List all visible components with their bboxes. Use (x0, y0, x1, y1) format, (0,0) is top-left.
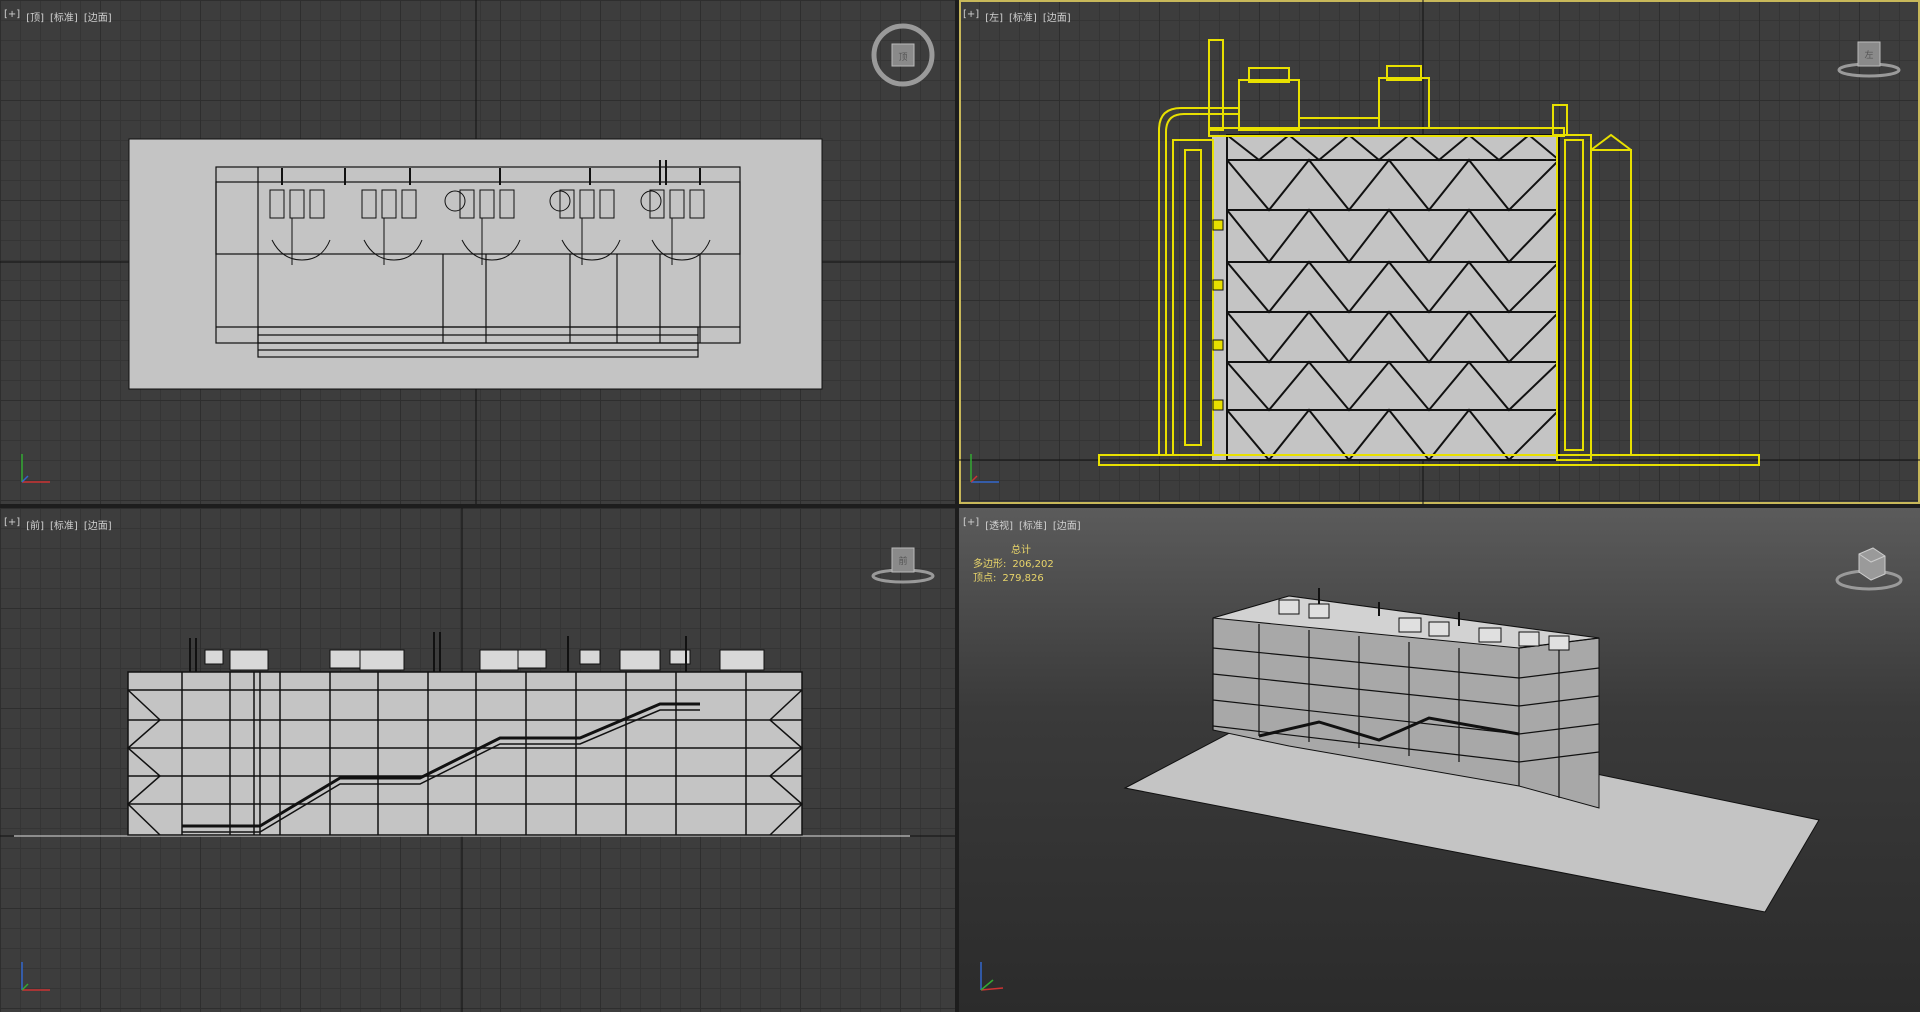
viewport-style-button[interactable]: [边面] (84, 9, 112, 24)
viewport-menu-button[interactable]: [+] (963, 9, 979, 24)
stats-polys-row: 多边形: 206,202 (973, 558, 1054, 572)
viewport-view-button[interactable]: [左] (985, 9, 1003, 24)
viewport-front[interactable]: [+] [前] [标准] [边面] 前 (0, 508, 955, 1012)
viewport-shading-button[interactable]: [标准] (50, 9, 78, 24)
viewcube-icon[interactable] (1833, 536, 1905, 596)
stats-polys-label: 多边形: (973, 559, 1007, 570)
viewcube-face-label: 顶 (898, 52, 907, 63)
stats-title: 总计 (1011, 545, 1031, 556)
stats-verts-value: 279,826 (1002, 573, 1044, 584)
viewport-shading-button[interactable]: [标准] (50, 517, 78, 532)
viewport-shading-button[interactable]: [标准] (1009, 9, 1037, 24)
viewport-menu-button[interactable]: [+] (4, 517, 20, 532)
viewport-menu-button[interactable]: [+] (963, 517, 979, 532)
front-view-scene (0, 508, 955, 1012)
axis-tripod-icon (980, 962, 1004, 991)
scene-statistics: 总计 多边形: 206,202 顶点: 279,826 (973, 544, 1054, 586)
viewcube-icon[interactable]: 前 (868, 540, 938, 590)
viewport-style-button[interactable]: [边面] (84, 517, 112, 532)
viewport-view-button[interactable]: [顶] (26, 9, 44, 24)
axis-tripod-icon (21, 454, 50, 483)
top-view-scene (0, 0, 955, 504)
viewport-left[interactable]: [+] [左] [标准] [边面] 左 (959, 0, 1920, 504)
viewport-view-button[interactable]: [前] (26, 517, 44, 532)
viewport-label-left[interactable]: [+] [左] [标准] [边面] (963, 9, 1071, 24)
viewport-style-button[interactable]: [边面] (1043, 9, 1071, 24)
viewport-style-button[interactable]: [边面] (1053, 517, 1081, 532)
viewport-layout: [+] [顶] [标准] [边面] 顶 [+] [左] [标准] [边面] 左 … (0, 0, 1920, 1012)
viewport-label-front[interactable]: [+] [前] [标准] [边面] (4, 517, 112, 532)
viewport-top[interactable]: [+] [顶] [标准] [边面] 顶 (0, 0, 955, 504)
viewport-divider-horizontal[interactable] (0, 504, 1920, 508)
viewport-label-perspective[interactable]: [+] [透视] [标准] [边面] (963, 517, 1081, 532)
viewport-menu-button[interactable]: [+] (4, 9, 20, 24)
viewcube-icon[interactable]: 左 (1834, 34, 1904, 84)
left-view-scene (959, 0, 1920, 504)
viewport-view-button[interactable]: [透视] (985, 517, 1013, 532)
viewcube-face-label: 左 (1864, 49, 1873, 61)
stats-polys-value: 206,202 (1012, 559, 1054, 570)
viewport-label-top[interactable]: [+] [顶] [标准] [边面] (4, 9, 112, 24)
stats-verts-label: 顶点: (973, 573, 997, 584)
viewcube-icon[interactable]: 顶 (868, 20, 938, 90)
axis-tripod-icon (21, 962, 50, 991)
viewport-perspective[interactable]: [+] [透视] [标准] [边面] 总计 多边形: 206,202 顶点: 2… (959, 508, 1920, 1012)
viewcube-face-label: 前 (898, 555, 907, 567)
stats-verts-row: 顶点: 279,826 (973, 572, 1054, 586)
viewport-shading-button[interactable]: [标准] (1019, 517, 1047, 532)
perspective-scene (1123, 588, 1820, 913)
axis-tripod-icon (970, 454, 999, 483)
